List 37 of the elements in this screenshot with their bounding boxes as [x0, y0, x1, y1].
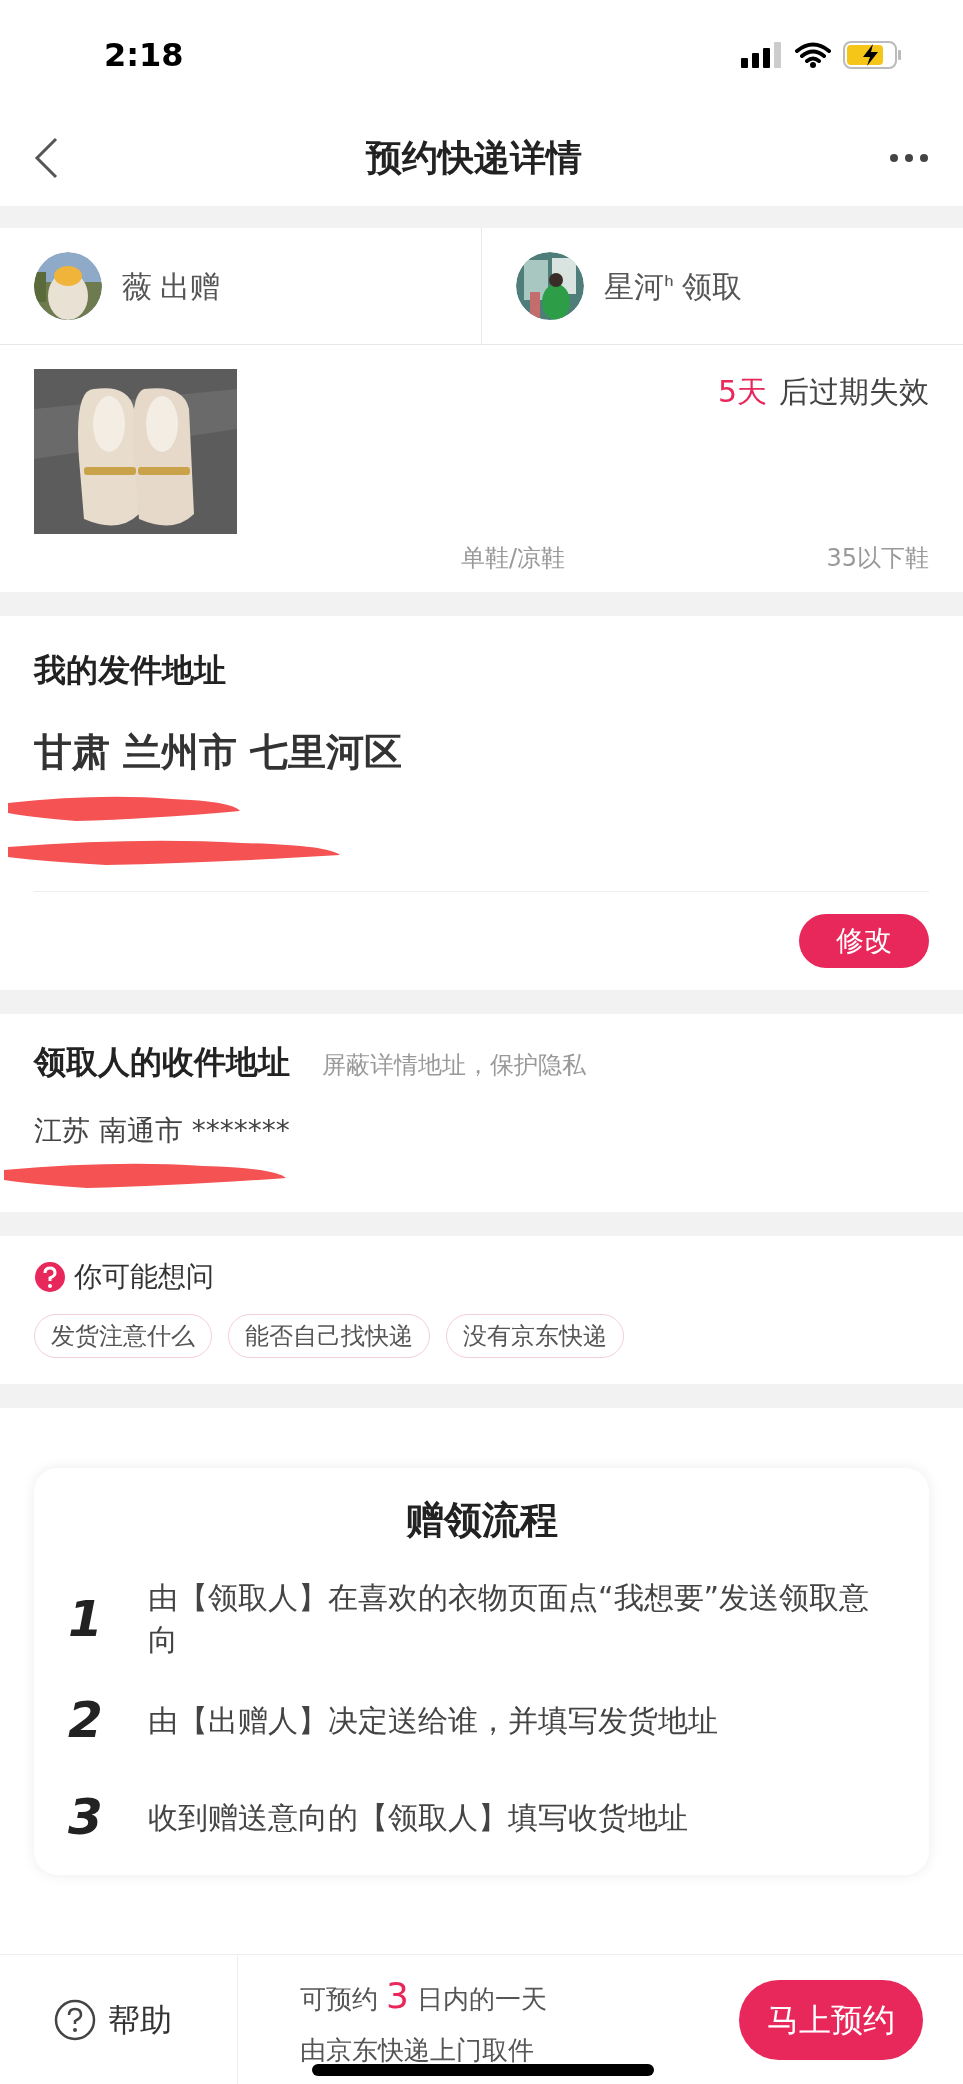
expire-days: 5天: [717, 369, 767, 414]
booking-text: 可预约: [300, 1983, 378, 2016]
page-title: 预约快递详情: [365, 136, 582, 180]
help-button[interactable]: 帮助: [0, 1955, 238, 2084]
step-text: 由【领取人】在喜欢的衣物页面点“我想要”发送领取意向: [148, 1579, 871, 1659]
item-category: 单鞋/凉鞋: [461, 543, 566, 574]
help-icon: [54, 1998, 96, 2041]
party-role: 领取: [682, 267, 742, 306]
party-name: 薇: [122, 267, 152, 306]
faq-title: 你可能想问: [74, 1259, 214, 1295]
battery-charging-icon: [843, 41, 903, 69]
expire-text: 后过期失效: [779, 373, 929, 411]
pickup-text: 由京东快递上门取件: [300, 2034, 535, 2067]
step-number: 1: [68, 1588, 104, 1650]
book-button[interactable]: 马上预约: [739, 1979, 923, 2060]
wifi-icon: [795, 42, 831, 68]
section-title: 领取人的收件地址: [34, 1042, 290, 1083]
edit-button[interactable]: 修改: [799, 914, 929, 968]
step-number: 2: [68, 1690, 104, 1751]
status-time: 2:18: [104, 35, 184, 76]
question-icon: [34, 1261, 66, 1293]
step-number: 3: [68, 1787, 104, 1848]
booking-text: 日内的一天: [416, 1983, 547, 2016]
party-role: 出赠: [160, 267, 220, 306]
step-text: 收到赠送意向的【领取人】填写收货地址: [148, 1798, 688, 1837]
item-size: 35以下鞋: [826, 543, 929, 574]
more-icon[interactable]: [889, 153, 929, 163]
process-title: 赠领流程: [405, 1497, 558, 1544]
back-icon[interactable]: [34, 137, 58, 179]
party-name: 星河ᑋ: [604, 267, 674, 306]
booking-days: 3: [386, 1969, 409, 2023]
section-title: 我的发件地址: [34, 650, 227, 691]
privacy-note: 屏蔽详情地址，保护隐私: [322, 1050, 586, 1081]
step-text: 由【出赠人】决定送给谁，并填写发货地址: [148, 1701, 718, 1740]
address-region: 甘肃 兰州市 七里河区: [34, 729, 404, 776]
signal-icon: [741, 42, 783, 68]
address-region: 江苏 南通市 *******: [34, 1113, 291, 1149]
